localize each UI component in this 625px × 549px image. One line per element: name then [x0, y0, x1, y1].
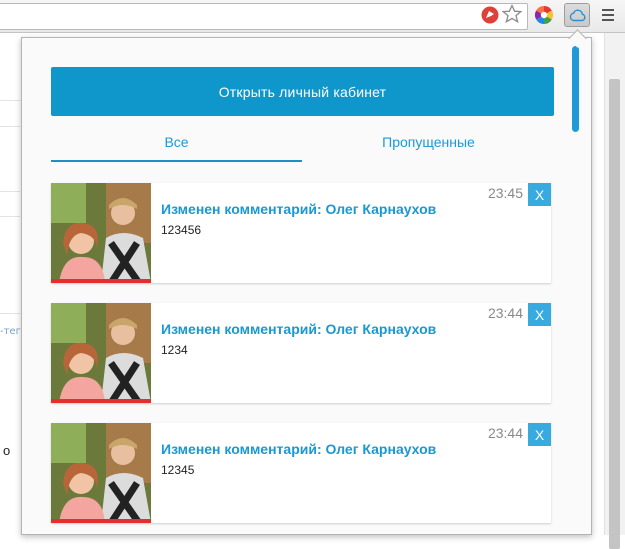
notification-text: 123456 [161, 223, 202, 237]
open-cabinet-button[interactable]: Открыть личный кабинет [51, 67, 554, 116]
notification-card[interactable]: Изменен комментарий: Олег Карнаухов 1234… [51, 303, 551, 403]
browser-toolbar [0, 0, 625, 33]
popup-scrollbar-thumb[interactable] [572, 46, 579, 132]
extension-popup: Открыть личный кабинет Все Пропущенные И… [21, 37, 592, 535]
tab-missed[interactable]: Пропущенные [303, 122, 554, 162]
notification-text: 1234 [161, 343, 188, 357]
page-scrollbar[interactable] [604, 33, 625, 549]
tab-all[interactable]: Все [51, 122, 302, 162]
address-bar[interactable] [0, 3, 528, 30]
color-picker-extension-icon[interactable] [534, 5, 554, 25]
background-divider [0, 191, 20, 192]
active-tab-indicator [51, 160, 302, 162]
notification-time: 23:44 [487, 305, 523, 321]
notification-text: 12345 [161, 463, 195, 477]
avatar [51, 303, 151, 403]
bookmark-star-icon[interactable] [502, 4, 522, 24]
background-link[interactable]: -теги [0, 326, 22, 337]
chrome-menu-icon[interactable] [602, 9, 614, 21]
avatar [51, 423, 151, 523]
close-notification-button[interactable]: X [528, 303, 551, 326]
background-divider [0, 313, 20, 314]
notification-title[interactable]: Изменен комментарий: Олег Карнаухов [161, 321, 436, 337]
popup-scrollbar[interactable] [572, 46, 580, 534]
cloud-icon [569, 9, 586, 22]
notification-time: 23:45 [487, 185, 523, 201]
background-text: о [3, 443, 11, 458]
adblock-extension-icon[interactable] [481, 6, 499, 24]
page-scrollbar-thumb[interactable] [609, 79, 620, 549]
notification-time: 23:44 [487, 425, 523, 441]
background-divider [0, 216, 20, 217]
notification-card[interactable]: Изменен комментарий: Олег Карнаухов 1234… [51, 423, 551, 523]
avatar [51, 183, 151, 283]
background-divider [0, 100, 20, 101]
close-notification-button[interactable]: X [528, 183, 551, 206]
notification-title[interactable]: Изменен комментарий: Олег Карнаухов [161, 201, 436, 217]
background-divider [0, 126, 20, 127]
close-notification-button[interactable]: X [528, 423, 551, 446]
notification-title[interactable]: Изменен комментарий: Олег Карнаухов [161, 441, 436, 457]
cloud-extension-button[interactable] [564, 3, 590, 27]
notification-card[interactable]: Изменен комментарий: Олег Карнаухов 1234… [51, 183, 551, 283]
